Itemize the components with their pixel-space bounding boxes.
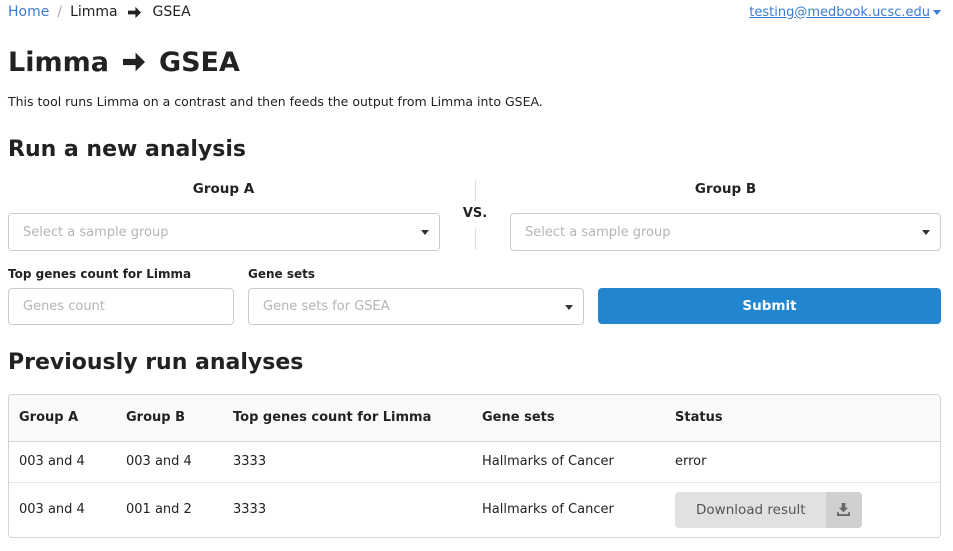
caret-down-icon [565,304,573,310]
gene-sets-label: Gene sets [248,267,316,281]
gene-sets-select[interactable]: Gene sets for GSEA [248,288,584,325]
cell-top-genes: 3333 [233,454,267,469]
submit-button[interactable]: Submit [598,288,941,324]
gene-sets-select-placeholder: Gene sets for GSEA [263,299,390,314]
breadcrumb-separator: / [57,4,63,20]
caret-down-icon [933,9,941,15]
cell-status: error [675,454,707,469]
breadcrumb: Home / Limma GSEA [8,3,191,21]
breadcrumb-current-part2: GSEA [152,4,191,20]
group-b-select[interactable]: Select a sample group [510,213,941,251]
breadcrumb-current: Limma GSEA [70,4,191,20]
vs-divider-top [475,180,476,201]
user-menu[interactable]: testing@medbook.ucsc.edu [749,3,941,21]
caret-down-icon [922,230,930,235]
column-header-group-b: Group B [116,395,223,442]
page-description: This tool runs Limma on a contrast and t… [8,94,543,109]
page-title: Limma GSEA [8,42,240,82]
arrow-right-icon [128,6,142,18]
column-header-top-genes: Top genes count for Limma [223,395,472,442]
column-header-gene-sets: Gene sets [472,395,665,442]
download-result-label: Download result [696,501,806,518]
caret-down-icon [421,230,429,235]
cell-group-a: 003 and 4 [19,502,85,518]
page-title-part1: Limma [8,46,109,78]
cell-group-b: 003 and 4 [126,454,192,469]
cell-gene-sets: Hallmarks of Cancer [482,454,614,469]
new-analysis-heading: Run a new analysis [8,137,246,162]
cell-gene-sets: Hallmarks of Cancer [482,502,614,518]
table-row: 003 and 4 001 and 2 3333 Hallmarks of Ca… [9,482,940,537]
vs-divider-bottom [475,228,476,250]
previous-analyses-table: Group A Group B Top genes count for Limm… [8,394,941,538]
breadcrumb-current-part1: Limma [70,4,118,20]
page-title-part2: GSEA [158,46,240,78]
cell-group-a: 003 and 4 [19,454,85,469]
download-icon-box [825,491,862,528]
cell-status: Download result [665,482,940,537]
group-a-select[interactable]: Select a sample group [8,213,440,251]
table-row: 003 and 4 003 and 4 3333 Hallmarks of Ca… [9,441,940,482]
cell-group-b: 001 and 2 [126,502,192,518]
user-email: testing@medbook.ucsc.edu [749,4,930,20]
previous-analyses-heading: Previously run analyses [8,350,304,375]
top-genes-label: Top genes count for Limma [8,267,192,281]
arrow-right-icon [122,52,145,72]
download-icon [837,503,851,517]
cell-top-genes: 3333 [233,502,267,518]
breadcrumb-home-link[interactable]: Home [8,4,49,20]
vs-label: VS. [462,206,488,221]
download-result-button[interactable]: Download result [675,491,862,528]
column-header-group-a: Group A [9,395,116,442]
table-header-row: Group A Group B Top genes count for Limm… [9,395,940,442]
column-header-status: Status [665,395,940,442]
group-b-select-placeholder: Select a sample group [525,224,671,240]
genes-count-input[interactable] [8,288,234,325]
group-b-label: Group B [694,181,757,197]
group-a-label: Group A [192,181,255,197]
group-a-select-placeholder: Select a sample group [23,224,169,240]
